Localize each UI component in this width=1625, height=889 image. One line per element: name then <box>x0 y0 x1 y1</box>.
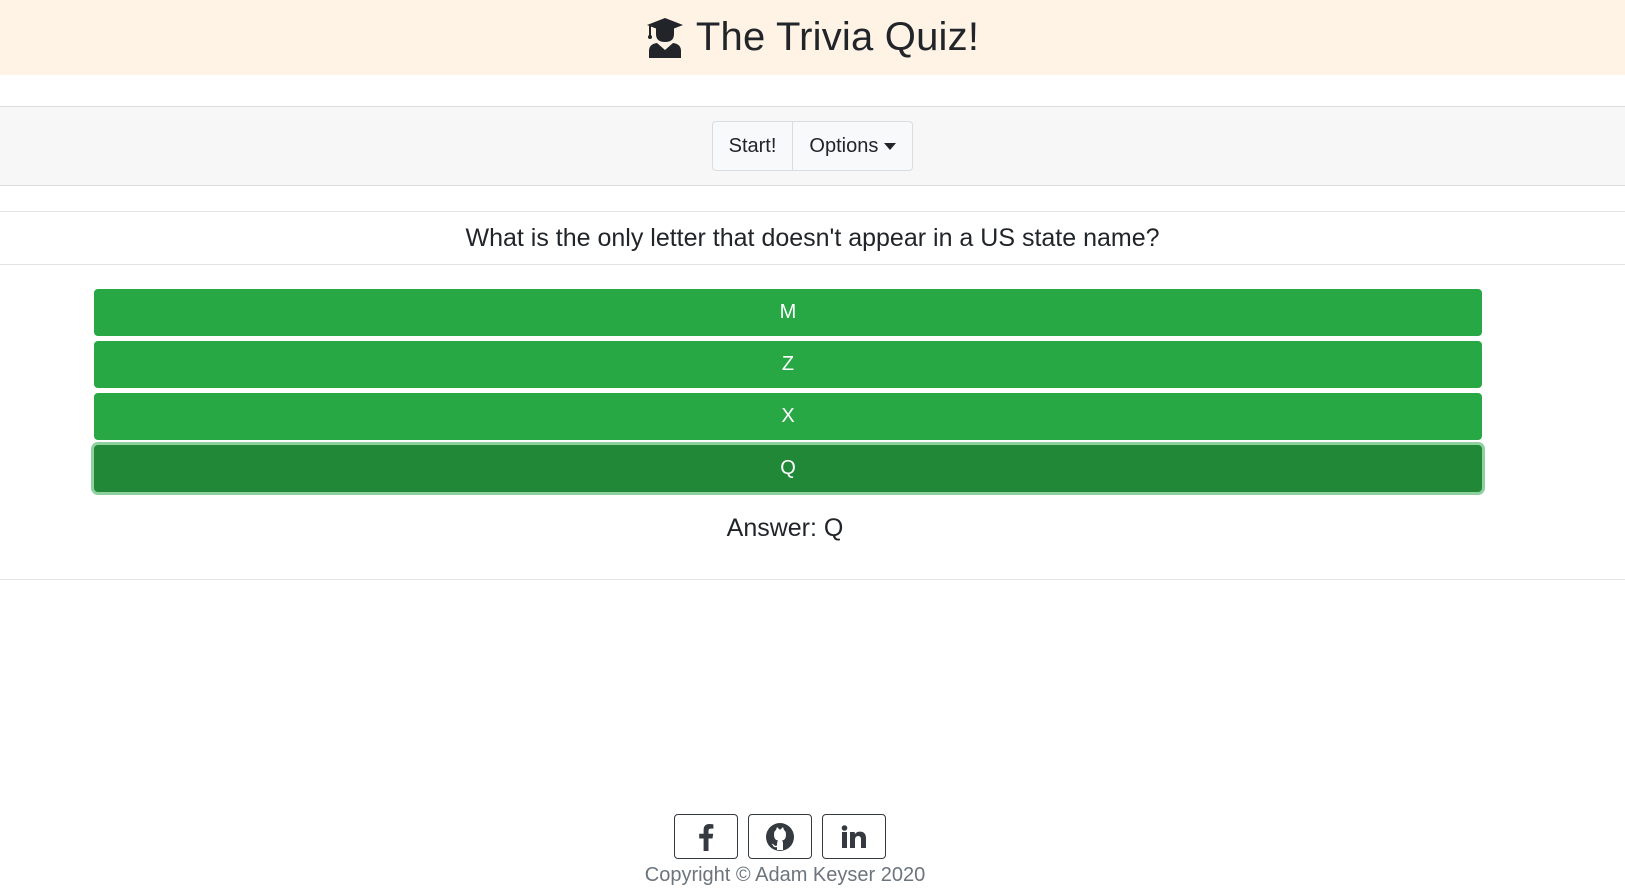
answer-button-m[interactable]: M <box>94 289 1482 336</box>
linkedin-link[interactable] <box>822 814 886 859</box>
options-label: Options <box>809 134 879 157</box>
options-dropdown-button[interactable]: Options <box>793 121 914 171</box>
header-title-group: The Trivia Quiz! <box>646 15 979 60</box>
facebook-link[interactable] <box>674 814 738 859</box>
toolbar: Start! Options <box>0 106 1625 186</box>
toolbar-button-group: Start! Options <box>711 121 914 171</box>
github-link[interactable] <box>748 814 812 859</box>
content-divider <box>0 579 1625 580</box>
question-bar: What is the only letter that doesn't app… <box>0 211 1625 265</box>
caret-down-icon <box>884 142 897 150</box>
answer-button-x[interactable]: X <box>94 393 1482 440</box>
start-button[interactable]: Start! <box>711 121 794 171</box>
question-text: What is the only letter that doesn't app… <box>465 223 1160 252</box>
answer-button-q[interactable]: Q <box>94 445 1482 492</box>
answer-result: Answer: Q <box>726 514 844 542</box>
facebook-icon <box>698 823 714 851</box>
answer-button-z[interactable]: Z <box>94 341 1482 388</box>
copyright-text: Copyright © Adam Keyser 2020 <box>644 864 926 886</box>
answer-list: M Z X Q <box>94 289 1482 497</box>
site-header: The Trivia Quiz! <box>0 0 1625 75</box>
linkedin-icon <box>841 824 867 849</box>
github-icon <box>765 822 795 852</box>
social-links <box>674 814 886 859</box>
page-title: The Trivia Quiz! <box>695 15 980 59</box>
graduate-icon <box>646 17 684 59</box>
